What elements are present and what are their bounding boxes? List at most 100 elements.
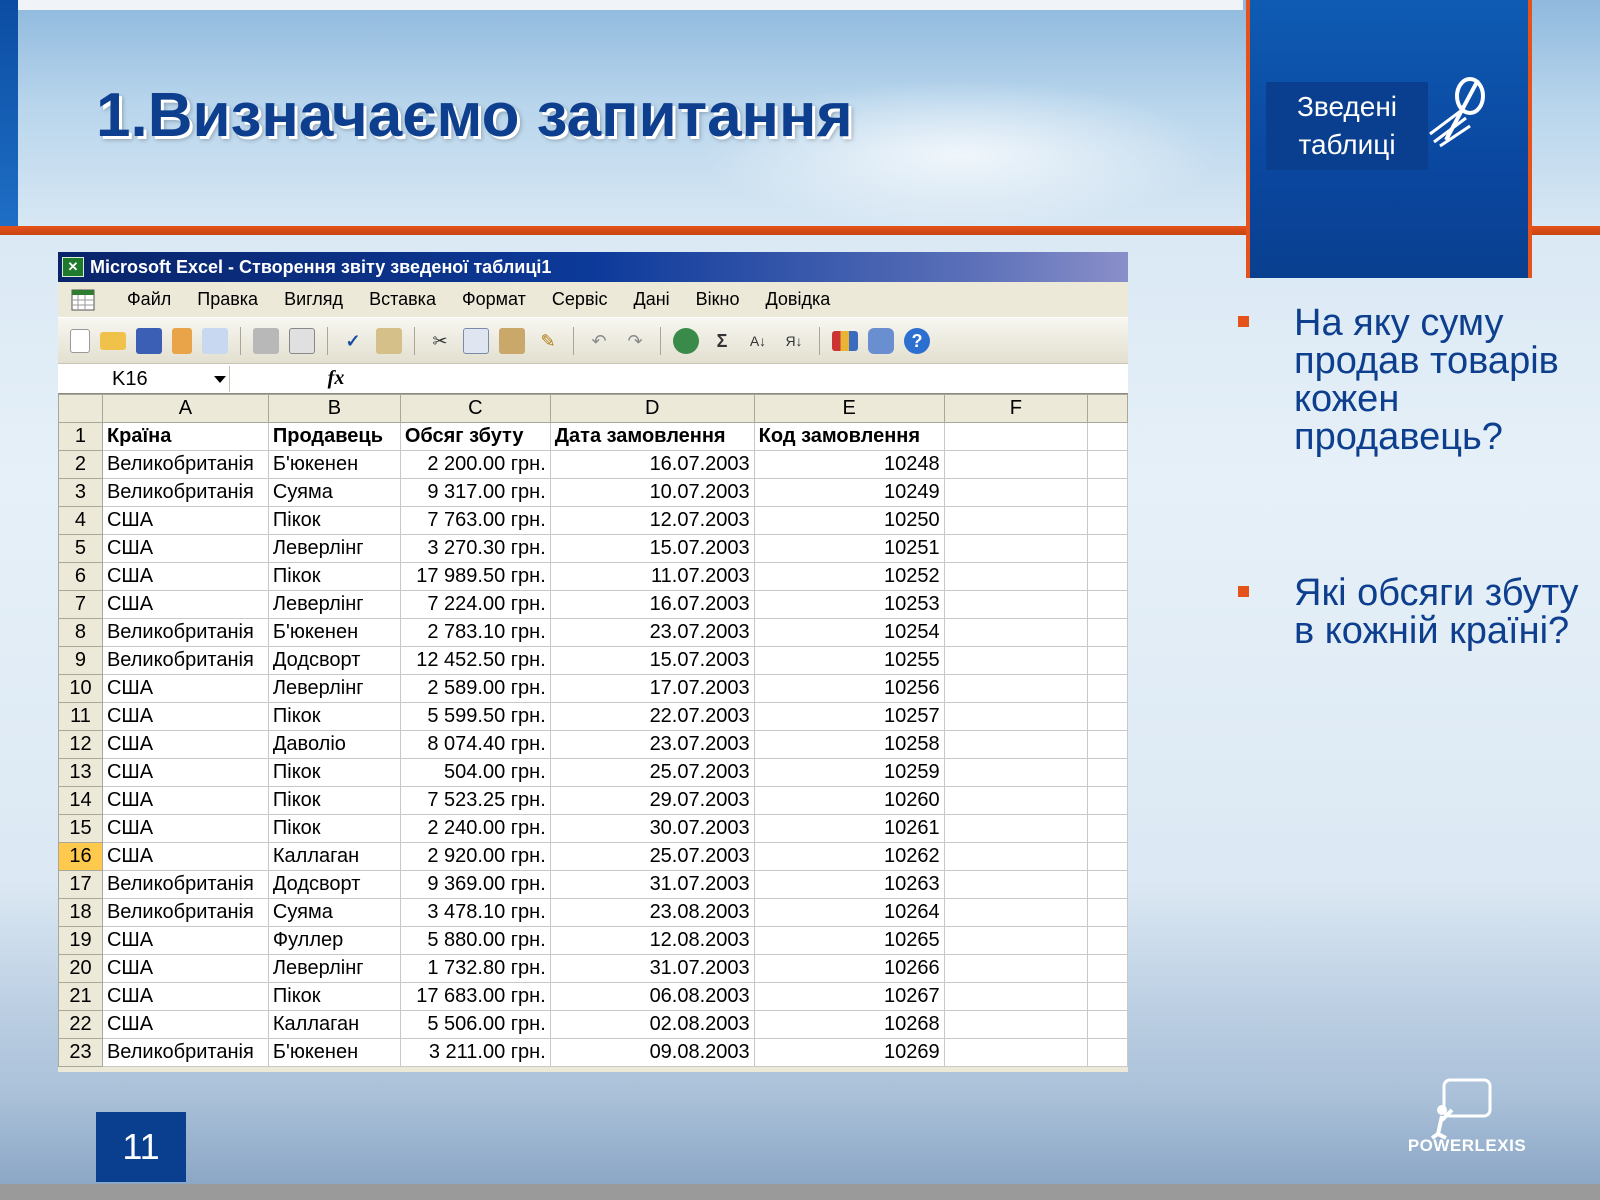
row-header[interactable]: 3 — [58, 478, 103, 507]
order-date-cell[interactable]: 12.08.2003 — [549, 926, 755, 955]
sales-cell[interactable]: 2 783.10 грн. — [399, 618, 551, 647]
row-header[interactable]: 1 — [58, 422, 103, 451]
order-code-cell[interactable]: 10252 — [753, 562, 945, 591]
seller-cell[interactable]: Пікок — [267, 702, 401, 731]
seller-cell[interactable]: Б'юкенен — [267, 1038, 401, 1067]
country-cell[interactable]: США — [101, 982, 269, 1011]
column-header[interactable]: E — [753, 394, 945, 423]
country-cell[interactable]: США — [101, 702, 269, 731]
sales-cell[interactable]: 12 452.50 грн. — [399, 646, 551, 675]
format-painter-icon[interactable]: ✎ — [535, 328, 561, 354]
table-header-cell[interactable]: Країна — [101, 422, 269, 451]
order-code-cell[interactable]: 10263 — [753, 870, 945, 899]
order-code-cell[interactable]: 10249 — [753, 478, 945, 507]
order-date-cell[interactable]: 23.08.2003 — [549, 898, 755, 927]
country-cell[interactable]: США — [101, 814, 269, 843]
empty-cell[interactable] — [1087, 534, 1128, 563]
order-date-cell[interactable]: 30.07.2003 — [549, 814, 755, 843]
sales-cell[interactable]: 17 683.00 грн. — [399, 982, 551, 1011]
sales-cell[interactable]: 2 589.00 грн. — [399, 674, 551, 703]
country-cell[interactable]: США — [101, 730, 269, 759]
country-cell[interactable]: Великобританія — [101, 898, 269, 927]
order-code-cell[interactable]: 10251 — [753, 534, 945, 563]
country-cell[interactable]: США — [101, 562, 269, 591]
empty-cell[interactable] — [1087, 870, 1128, 899]
order-code-cell[interactable]: 10266 — [753, 954, 945, 983]
chevron-down-icon[interactable] — [214, 375, 226, 383]
empty-cell[interactable] — [943, 982, 1089, 1011]
sales-cell[interactable]: 1 732.80 грн. — [399, 954, 551, 983]
order-code-cell[interactable]: 10268 — [753, 1010, 945, 1039]
order-date-cell[interactable]: 31.07.2003 — [549, 954, 755, 983]
empty-cell[interactable] — [1087, 422, 1128, 451]
order-code-cell[interactable]: 10255 — [753, 646, 945, 675]
empty-cell[interactable] — [943, 674, 1089, 703]
column-header[interactable]: C — [399, 394, 551, 423]
menu-insert[interactable]: Вставка — [356, 289, 449, 310]
country-cell[interactable]: США — [101, 1010, 269, 1039]
empty-cell[interactable] — [943, 926, 1089, 955]
row-header[interactable]: 16 — [58, 842, 103, 871]
row-header[interactable]: 21 — [58, 982, 103, 1011]
empty-cell[interactable] — [943, 814, 1089, 843]
country-cell[interactable]: США — [101, 786, 269, 815]
seller-cell[interactable]: Б'юкенен — [267, 450, 401, 479]
row-header[interactable]: 4 — [58, 506, 103, 535]
seller-cell[interactable]: Фуллер — [267, 926, 401, 955]
row-header[interactable]: 15 — [58, 814, 103, 843]
country-cell[interactable]: США — [101, 926, 269, 955]
sales-cell[interactable]: 5 880.00 грн. — [399, 926, 551, 955]
empty-cell[interactable] — [1087, 646, 1128, 675]
sales-cell[interactable]: 9 369.00 грн. — [399, 870, 551, 899]
row-header[interactable]: 6 — [58, 562, 103, 591]
empty-cell[interactable] — [1087, 898, 1128, 927]
row-header[interactable]: 17 — [58, 870, 103, 899]
order-date-cell[interactable]: 25.07.2003 — [549, 842, 755, 871]
sales-cell[interactable]: 17 989.50 грн. — [399, 562, 551, 591]
menu-view[interactable]: Вигляд — [271, 289, 356, 310]
sales-cell[interactable]: 7 763.00 грн. — [399, 506, 551, 535]
country-cell[interactable]: США — [101, 758, 269, 787]
order-date-cell[interactable]: 22.07.2003 — [549, 702, 755, 731]
drawing-icon[interactable] — [868, 327, 894, 354]
order-code-cell[interactable]: 10257 — [753, 702, 945, 731]
table-header-cell[interactable]: Обсяг збуту — [399, 422, 551, 451]
seller-cell[interactable]: Пікок — [267, 758, 401, 787]
order-date-cell[interactable]: 31.07.2003 — [549, 870, 755, 899]
autosum-icon[interactable]: Σ — [709, 328, 735, 354]
empty-cell[interactable] — [1087, 478, 1128, 507]
workbook-icon[interactable] — [68, 287, 98, 313]
column-header[interactable]: A — [101, 394, 269, 423]
sales-cell[interactable]: 504.00 грн. — [399, 758, 551, 787]
menu-edit[interactable]: Правка — [184, 289, 271, 310]
order-date-cell[interactable]: 29.07.2003 — [549, 786, 755, 815]
menu-tools[interactable]: Сервіс — [539, 289, 621, 310]
seller-cell[interactable]: Суяма — [267, 898, 401, 927]
row-header[interactable]: 20 — [58, 954, 103, 983]
order-code-cell[interactable]: 10256 — [753, 674, 945, 703]
country-cell[interactable]: США — [101, 674, 269, 703]
order-date-cell[interactable]: 10.07.2003 — [549, 478, 755, 507]
order-date-cell[interactable]: 15.07.2003 — [549, 646, 755, 675]
empty-cell[interactable] — [943, 702, 1089, 731]
empty-cell[interactable] — [1087, 702, 1128, 731]
sort-descending-icon[interactable]: Я↓ — [781, 328, 807, 354]
print-preview-icon[interactable] — [289, 327, 315, 354]
column-header[interactable]: D — [549, 394, 755, 423]
order-code-cell[interactable]: 10250 — [753, 506, 945, 535]
redo-icon[interactable]: ↷ — [622, 328, 648, 354]
hyperlink-icon[interactable] — [673, 327, 699, 354]
order-code-cell[interactable]: 10267 — [753, 982, 945, 1011]
select-all-corner[interactable] — [58, 394, 103, 423]
empty-cell[interactable] — [943, 534, 1089, 563]
seller-cell[interactable]: Пікок — [267, 786, 401, 815]
sales-cell[interactable]: 2 240.00 грн. — [399, 814, 551, 843]
row-header[interactable]: 10 — [58, 674, 103, 703]
menu-format[interactable]: Формат — [449, 289, 539, 310]
empty-cell[interactable] — [1087, 618, 1128, 647]
sales-cell[interactable]: 8 074.40 грн. — [399, 730, 551, 759]
seller-cell[interactable]: Пікок — [267, 562, 401, 591]
table-header-cell[interactable]: Дата замовлення — [549, 422, 755, 451]
sales-cell[interactable]: 7 523.25 грн. — [399, 786, 551, 815]
seller-cell[interactable]: Леверлінг — [267, 674, 401, 703]
